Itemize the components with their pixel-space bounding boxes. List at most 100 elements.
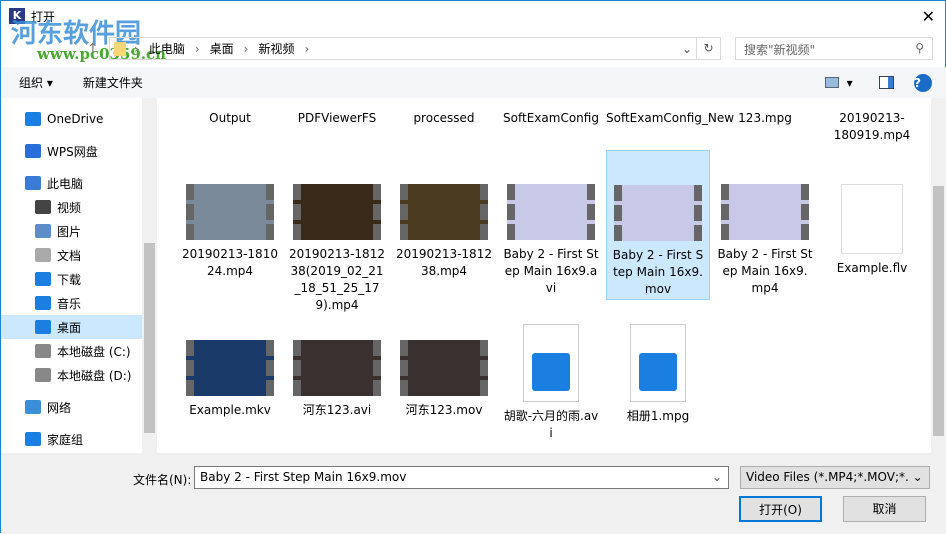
organize-button[interactable]: 组织 ▾: [19, 74, 53, 91]
sidebar-item-label: 本地磁盘 (D:): [57, 368, 132, 383]
video-thumbnail: [293, 184, 381, 240]
file-item[interactable]: Example.flv: [820, 150, 924, 300]
filetype-select[interactable]: Video Files (*.MP4;*.MOV;*. ⌄: [740, 466, 930, 489]
file-item[interactable]: processed: [392, 98, 496, 127]
address-bar[interactable]: › 此电脑 › 桌面 › 新视频 › ⌄ ↻: [109, 37, 721, 60]
file-item[interactable]: Example.mkv: [178, 320, 282, 453]
sidebar-item[interactable]: 音乐: [1, 291, 156, 315]
location-icon: [25, 144, 41, 158]
navigation-pane: OneDrive WPS网盘此电脑视频图片文档下载音乐桌面本地磁盘 (C:) 本地磁…: [1, 98, 156, 453]
folder-icon: [114, 41, 126, 56]
file-name: 胡歌-六月的雨.avi: [503, 409, 599, 440]
video-file-icon: [523, 324, 579, 402]
file-name: Example.flv: [836, 261, 908, 275]
title-bar: K 打开 ✕: [1, 1, 946, 31]
file-item[interactable]: Output: [178, 98, 282, 127]
cancel-button[interactable]: 取消: [843, 496, 926, 522]
sidebar-item[interactable]: 本地磁盘 (C:): [1, 339, 156, 363]
file-icon: [841, 184, 903, 254]
file-name: Output: [209, 111, 251, 125]
filename-label: 文件名(N):: [133, 473, 192, 487]
file-item[interactable]: SoftExamConfig_New: [606, 98, 734, 127]
preview-pane-button[interactable]: [879, 76, 894, 89]
content-scrollbar[interactable]: [931, 98, 946, 453]
sidebar-item[interactable]: 图片: [1, 219, 156, 243]
file-name: 河东123.mov: [405, 403, 483, 417]
file-item[interactable]: 20190213-181024.mp4: [178, 150, 282, 300]
file-item[interactable]: 河东123.avi: [285, 320, 389, 453]
location-icon: [35, 368, 51, 382]
file-name: Baby 2 - First Step Main 16x9.avi: [503, 247, 599, 295]
file-name: 20190213-181024.mp4: [182, 247, 278, 278]
sidebar-item-label: 此电脑: [47, 176, 84, 191]
file-item[interactable]: 胡歌-六月的雨.avi: [499, 320, 603, 453]
sidebar-item[interactable]: OneDrive: [1, 107, 156, 131]
sidebar-item[interactable]: WPS网盘: [1, 139, 156, 163]
file-name: processed: [413, 111, 475, 125]
video-thumbnail: [721, 184, 809, 240]
sidebar-item[interactable]: 此电脑: [1, 171, 156, 195]
new-folder-button[interactable]: 新建文件夹: [83, 74, 143, 91]
sidebar-item-label: OneDrive: [47, 112, 104, 126]
sidebar-item[interactable]: 文档: [1, 243, 156, 267]
file-item[interactable]: 20190213-181238(2019_02_21_18_51_25_179)…: [285, 150, 389, 312]
file-item[interactable]: 河东123.mov: [392, 320, 496, 453]
view-options-button[interactable]: ▾: [825, 76, 853, 90]
file-name: Example.mkv: [189, 403, 271, 417]
sidebar-item[interactable]: 家庭组: [1, 427, 156, 451]
file-item[interactable]: PDFViewerFS: [285, 98, 389, 127]
bottom-panel: 文件名(N): Baby 2 - First Step Main 16x9.mo…: [1, 453, 946, 534]
file-item[interactable]: 20190213-181238.mp4: [392, 150, 496, 300]
file-name: 123.mpg: [738, 111, 792, 125]
video-thumbnail: [507, 184, 595, 240]
sidebar-item-label: 图片: [57, 224, 82, 239]
sidebar-item-label: 桌面: [57, 320, 82, 335]
sidebar-item-label: 视频: [57, 200, 82, 215]
location-icon: [35, 224, 51, 238]
location-icon: [35, 200, 51, 214]
video-file-icon: [630, 324, 686, 402]
sidebar-item[interactable]: 桌面: [1, 315, 156, 339]
location-icon: [25, 176, 41, 190]
file-name: 河东123.avi: [302, 403, 372, 417]
file-item[interactable]: Baby 2 - First Step Main 16x9.avi: [499, 150, 603, 300]
search-input[interactable]: 搜索"新视频" ⚲: [735, 37, 933, 60]
location-icon: [35, 272, 51, 286]
sidebar-item-label: 网络: [47, 400, 72, 415]
close-button[interactable]: ✕: [922, 7, 935, 26]
file-item[interactable]: 123.mpg: [713, 98, 817, 127]
file-item[interactable]: 20190213-180919.mp4: [820, 98, 924, 144]
video-thumbnail: [186, 340, 274, 396]
chevron-down-icon[interactable]: ⌄: [712, 470, 722, 484]
location-icon: [35, 320, 51, 334]
help-button[interactable]: ?: [914, 73, 932, 92]
filename-input[interactable]: Baby 2 - First Step Main 16x9.mov ⌄: [194, 466, 729, 489]
open-button[interactable]: 打开(O): [739, 496, 822, 522]
chevron-down-icon[interactable]: ⌄: [682, 42, 692, 56]
sidebar-scrollbar[interactable]: [142, 98, 157, 453]
up-button[interactable]: ↑: [87, 41, 99, 57]
location-icon: [35, 248, 51, 262]
sidebar-item[interactable]: 下载: [1, 267, 156, 291]
file-item[interactable]: Baby 2 - First Step Main 16x9.mov: [606, 150, 710, 300]
sidebar-item[interactable]: 视频: [1, 195, 156, 219]
sidebar-item[interactable]: 本地磁盘 (D:): [1, 363, 156, 387]
file-name: Baby 2 - First Step Main 16x9.mov: [612, 248, 704, 296]
crumb-this-pc[interactable]: 此电脑: [149, 40, 185, 57]
video-thumbnail: [186, 184, 274, 240]
sidebar-item[interactable]: 网络: [1, 395, 156, 419]
file-item[interactable]: SoftExamConfig: [499, 98, 603, 127]
file-name: 20190213-181238.mp4: [396, 247, 492, 278]
sidebar-item-label: WPS网盘: [47, 144, 98, 159]
file-name: 20190213-180919.mp4: [833, 111, 911, 142]
crumb-desktop[interactable]: 桌面: [210, 40, 234, 57]
sidebar-item-label: 音乐: [57, 296, 82, 311]
file-name: PDFViewerFS: [297, 111, 377, 125]
location-icon: [25, 112, 41, 126]
refresh-icon[interactable]: ↻: [696, 38, 720, 59]
sidebar-item-label: 文档: [57, 248, 82, 263]
file-name: SoftExamConfig: [503, 111, 599, 125]
file-item[interactable]: 相册1.mpg: [606, 320, 710, 453]
crumb-new-video[interactable]: 新视频: [258, 40, 294, 57]
file-item[interactable]: Baby 2 - First Step Main 16x9.mp4: [713, 150, 817, 300]
